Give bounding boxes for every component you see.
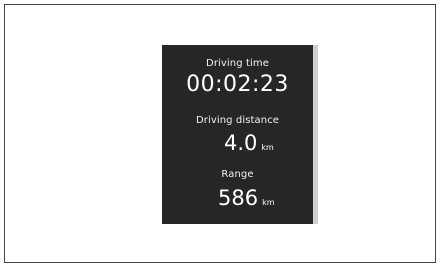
range-readout: 586 km [218,186,275,210]
driving-time-value: 00:02:23 [186,72,289,97]
driving-time-label: Driving time [206,58,269,69]
range-unit: km [262,198,275,207]
range-section: Range [162,169,313,180]
driving-distance-value: 4.0 [224,131,258,155]
driving-distance-section: Driving distance [162,115,313,126]
range-value: 586 [218,186,259,210]
trip-info-display: Driving time 00:02:23 Driving distance 4… [162,45,313,224]
driving-distance-label: Driving distance [195,115,280,126]
driving-distance-readout: 4.0 km [224,131,274,155]
driving-distance-unit: km [261,143,274,152]
driving-time-section: Driving time 00:02:23 [162,58,313,97]
display-edge-highlight [313,45,318,224]
range-label: Range [221,169,254,180]
